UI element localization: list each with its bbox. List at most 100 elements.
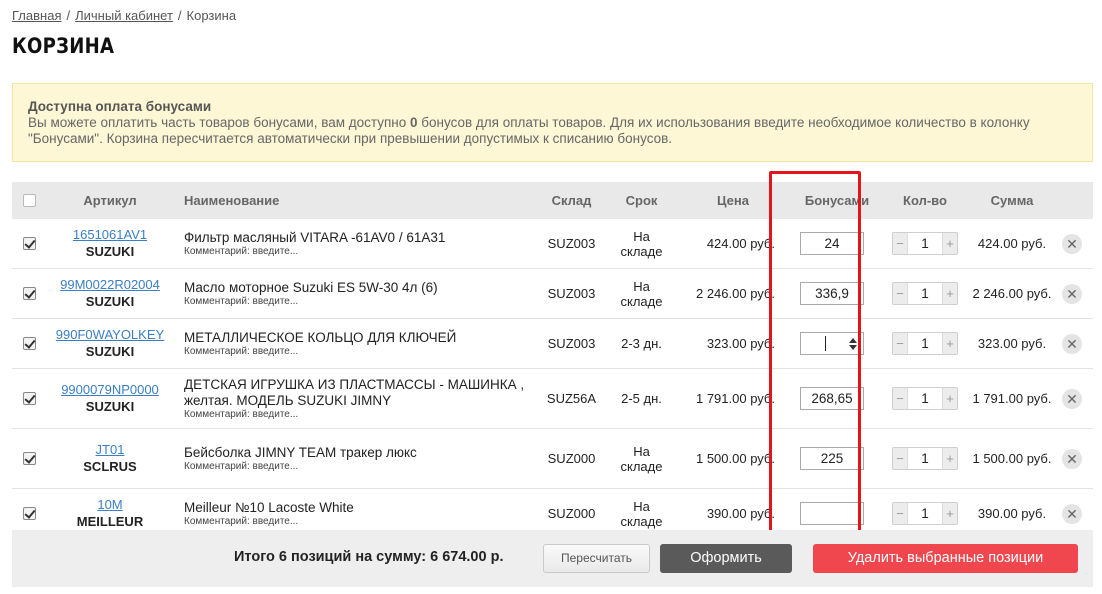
header-price: Цена [717,193,749,208]
delete-row-icon[interactable]: ✕ [1062,233,1082,254]
spinner-arrows-icon[interactable] [847,335,859,352]
qty-plus-button[interactable]: + [943,388,957,409]
article-code-link[interactable]: 10M [46,497,174,513]
qty-plus-button[interactable]: + [943,233,957,254]
qty-input[interactable]: 1 [907,233,943,254]
table-header: Артикул Наименование Склад Срок Цена Бон… [12,182,1093,219]
cart-footer: Итого 6 позиций на сумму: 6 674.00 р. Пе… [12,530,1093,587]
delete-row-icon[interactable]: ✕ [1062,388,1082,409]
bonus-input[interactable]: 268,65 [800,387,864,410]
row-sum: 1 500.00 руб. [972,451,1052,466]
select-all-checkbox[interactable] [22,194,36,207]
delete-row-icon[interactable]: ✕ [1062,333,1082,354]
breadcrumb-home-link[interactable]: Главная [12,8,61,23]
price: 1 500.00 руб. [695,451,775,466]
cart-total: Итого 6 позиций на сумму: 6 674.00 р. [234,549,504,565]
delivery-term: 2-3 дн. [621,336,662,351]
bonus-input[interactable] [800,502,864,525]
delete-row-icon[interactable]: ✕ [1062,283,1082,304]
comment-field[interactable]: Комментарий: введите... [184,346,529,358]
article-code-link[interactable]: 1651061AV1 [46,227,174,243]
breadcrumb-account-link[interactable]: Личный кабинет [75,8,173,23]
comment-field[interactable]: Комментарий: введите... [184,409,529,421]
bonus-input[interactable]: 336,9 [800,282,864,305]
qty-input[interactable]: 1 [907,283,943,304]
delivery-term: 2-5 дн. [621,391,662,406]
row-sum: 424.00 руб. [977,236,1047,251]
breadcrumb-separator: / [66,8,71,23]
qty-minus-button[interactable]: − [893,233,907,254]
header-term: Срок [625,193,658,208]
product-name: МЕТАЛЛИЧЕСКОЕ КОЛЬЦО ДЛЯ КЛЮЧЕЙ [184,329,457,345]
store-code: SUZ003 [547,336,596,351]
bonus-input-focused[interactable] [800,332,864,355]
row-checkbox[interactable] [22,287,36,300]
store-code: SUZ003 [547,286,596,301]
quantity-stepper: −1 + [892,232,958,255]
qty-input[interactable]: 1 [907,333,943,354]
row-checkbox[interactable] [22,237,36,250]
qty-input[interactable]: 1 [907,388,943,409]
quantity-stepper: −1 + [892,387,958,410]
qty-plus-button[interactable]: + [943,333,957,354]
delete-selected-button[interactable]: Удалить выбранные позиции [813,544,1078,573]
page-title: КОРЗИНА [12,34,115,58]
price: 424.00 руб. [706,236,775,251]
price: 323.00 руб. [706,336,775,351]
qty-minus-button[interactable]: − [893,503,907,524]
delivery-term: На складе [620,228,663,259]
price: 1 791.00 руб. [695,391,775,406]
qty-minus-button[interactable]: − [893,333,907,354]
article-code-link[interactable]: 99M0022R02004 [46,277,174,293]
article-code-link[interactable]: 9900079NP0000 [46,382,174,398]
row-checkbox[interactable] [22,507,36,520]
comment-field[interactable]: Комментарий: введите... [184,246,529,258]
row-checkbox[interactable] [22,337,36,350]
comment-field[interactable]: Комментарий: введите... [184,296,529,308]
price: 390.00 руб. [706,506,775,521]
table-row: 9900079NP0000 SUZUKI ДЕТСКАЯ ИГРУШКА ИЗ … [12,369,1093,429]
qty-plus-button[interactable]: + [943,283,957,304]
header-bonus: Бонусами [804,193,870,208]
qty-minus-button[interactable]: − [893,283,907,304]
qty-minus-button[interactable]: − [893,388,907,409]
delete-row-icon[interactable]: ✕ [1062,448,1082,469]
comment-field[interactable]: Комментарий: введите... [184,461,529,473]
article-code-link[interactable]: 990F0WAYOLKEY [46,327,174,343]
row-sum: 323.00 руб. [977,336,1047,351]
store-code: SUZ000 [547,451,596,466]
qty-plus-button[interactable]: + [943,448,957,469]
price: 2 246.00 руб. [695,286,775,301]
product-name: Бейсболка JIMNY TEAM тракер люкс [184,444,417,460]
store-code: SUZ003 [547,236,596,251]
quantity-stepper: −1 + [892,282,958,305]
bonus-input[interactable]: 225 [800,447,864,470]
notice-title: Доступна оплата бонусами [28,99,212,114]
header-store: Склад [551,193,592,208]
breadcrumb: Главная / Личный кабинет / Корзина [12,8,236,23]
store-code: SUZ56A [546,391,597,406]
qty-plus-button[interactable]: + [943,503,957,524]
text-caret [825,336,826,351]
table-row: JT01 SCLRUS Бейсболка JIMNY TEAM тракер … [12,429,1093,489]
qty-input[interactable]: 1 [907,448,943,469]
qty-input[interactable]: 1 [907,503,943,524]
delete-row-icon[interactable]: ✕ [1062,503,1082,524]
checkout-button[interactable]: Оформить [660,544,792,573]
article-code-link[interactable]: JT01 [46,442,174,458]
bonus-input[interactable]: 24 [800,232,864,255]
header-article: Артикул [83,193,137,208]
bonus-notice: Доступна оплата бонусами Вы можете оплат… [12,83,1093,162]
table-row: 990F0WAYOLKEY SUZUKI МЕТАЛЛИЧЕСКОЕ КОЛЬЦ… [12,319,1093,369]
delivery-term: На складе [620,278,663,309]
row-sum: 1 791.00 руб. [972,391,1052,406]
comment-field[interactable]: Комментарий: введите... [184,516,529,528]
row-checkbox[interactable] [22,452,36,465]
store-code: SUZ000 [547,506,596,521]
row-checkbox[interactable] [22,392,36,405]
qty-minus-button[interactable]: − [893,448,907,469]
delivery-term: На складе [620,498,663,529]
quantity-stepper: −1 + [892,502,958,525]
recalculate-button[interactable]: Пересчитать [543,544,650,573]
article-brand: SUZUKI [85,294,135,309]
